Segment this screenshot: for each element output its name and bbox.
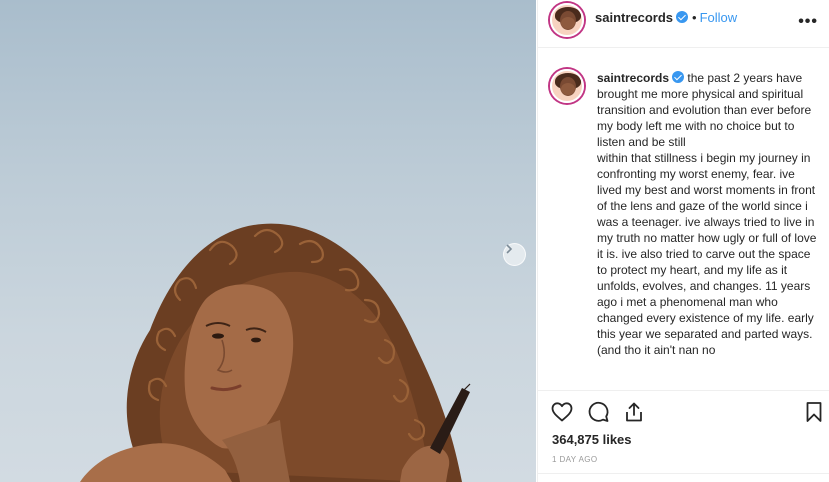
save-button[interactable] <box>802 400 826 424</box>
post-photo <box>0 0 536 482</box>
caption-line-3: within that stillness i begin my journey… <box>597 151 817 357</box>
like-count[interactable]: 364,875 likes <box>552 432 632 447</box>
caption-line-2: my body left me with no choice but to li… <box>597 119 795 149</box>
portrait-image <box>80 223 471 482</box>
avatar[interactable] <box>550 3 584 37</box>
caption-line: saintrecords the past 2 years have broug… <box>597 70 821 118</box>
verified-badge-icon <box>672 71 685 83</box>
post-header: saintrecords • Follow ••• <box>538 0 829 48</box>
comment-bar <box>538 473 829 482</box>
caption-area: saintrecords the past 2 years have broug… <box>538 49 829 389</box>
heart-icon <box>551 402 573 422</box>
chevron-right-icon <box>506 244 513 254</box>
share-icon <box>626 402 642 422</box>
verified-badge-icon <box>676 11 689 23</box>
more-options-icon[interactable]: ••• <box>798 13 818 31</box>
share-button[interactable] <box>622 400 646 424</box>
comment-icon <box>588 401 609 422</box>
comment-button[interactable] <box>586 400 610 424</box>
post-side-panel: saintrecords • Follow ••• saintrecords the… <box>537 0 829 482</box>
caption-avatar[interactable] <box>550 69 584 103</box>
next-photo-button[interactable] <box>503 243 526 266</box>
post-timestamp[interactable]: 1 DAY AGO <box>552 455 598 464</box>
header-user: saintrecords • Follow <box>595 10 737 25</box>
post-actions: 364,875 likes 1 DAY AGO <box>538 390 829 482</box>
separator-dot: • <box>692 10 697 25</box>
header-username[interactable]: saintrecords <box>595 10 673 25</box>
caption-username[interactable]: saintrecords <box>597 71 669 85</box>
follow-button[interactable]: Follow <box>700 10 738 25</box>
caption-text: saintrecords the past 2 years have broug… <box>597 70 821 358</box>
like-button[interactable] <box>550 400 574 424</box>
bookmark-icon <box>806 402 822 422</box>
